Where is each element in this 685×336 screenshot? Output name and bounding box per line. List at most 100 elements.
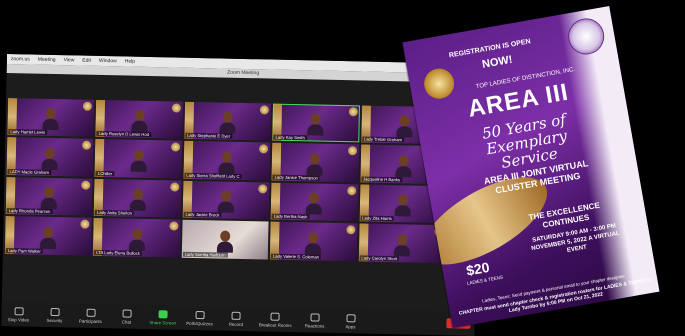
participant-video	[396, 115, 413, 138]
participant-name: Lady Jackie Brock	[183, 211, 222, 218]
participant-name: Lady Janice Thompson	[272, 174, 320, 181]
participant-video	[393, 233, 410, 257]
participant-tile[interactable]: Lady Sorritta Hadburn	[181, 219, 269, 260]
menu-help[interactable]: Help	[125, 58, 135, 64]
participant-name: Lady Rhonda Pearson	[6, 208, 53, 215]
participant-name: LTA Lady Elena Bullock	[94, 249, 142, 256]
participant-name: Lady Valerie S. Coleman	[270, 253, 322, 260]
participant-tile[interactable]: Lady Janice Thompson	[271, 142, 359, 183]
share-screen-icon	[158, 309, 168, 318]
participant-tile[interactable]: LADY Macie Graham	[6, 137, 94, 177]
participant-tile[interactable]: LChiller	[94, 139, 183, 179]
participant-name: LChiller	[95, 170, 115, 177]
participant-video	[217, 190, 234, 213]
participant-tile[interactable]: Lady Jackie Brock	[182, 180, 270, 220]
participant-tile[interactable]: Lady Valerie S. Coleman	[269, 221, 358, 261]
emblem-icon	[83, 101, 93, 111]
participant-name: LADY Macie Graham	[7, 168, 52, 175]
participant-video	[216, 230, 234, 253]
participant-video	[41, 147, 59, 170]
toolbar-label: Participants	[78, 318, 102, 324]
participant-tile[interactable]: LTA Lady Elena Bullock	[93, 218, 181, 258]
emblem-icon	[82, 140, 92, 151]
menu-window[interactable]: Window	[99, 58, 117, 64]
participant-tile[interactable]: Lady Stephanie E Dyer	[184, 101, 272, 141]
participant-tile[interactable]: Lady Carolyn Short	[358, 223, 446, 263]
participant-name: Lady Treble Graham	[361, 136, 405, 143]
record-icon	[231, 311, 241, 320]
participant-video	[395, 155, 412, 178]
gallery-grid: Lady Harriet Lewis Lady Roselyn D Lewis H…	[4, 98, 448, 302]
poll-icon	[195, 310, 205, 319]
participant-name: Lady Stephanie E Dyer	[185, 133, 233, 140]
toolbar-participants-button[interactable]: Participants	[77, 308, 103, 324]
smile-icon	[310, 312, 320, 322]
emblem-icon	[169, 182, 180, 192]
participant-tile[interactable]: Lady Rhonda Pearson	[5, 176, 93, 217]
participant-name: Lady Bertha Nash	[271, 213, 310, 220]
participant-name: Lady Sorritta Hadburn	[182, 251, 228, 258]
participant-video	[130, 149, 147, 172]
emblem-icon	[170, 142, 180, 153]
emblem-icon	[169, 221, 179, 231]
breakout-icon	[270, 312, 280, 321]
participant-name: Lady Zita Harris	[360, 215, 394, 222]
participant-video	[42, 108, 59, 131]
shield-icon	[50, 307, 60, 316]
emblem-icon	[81, 180, 91, 190]
menu-edit[interactable]: Edit	[82, 58, 91, 64]
participant-tile[interactable]: Lady Bertha Nash	[270, 182, 358, 222]
menu-view[interactable]: View	[64, 57, 75, 63]
participant-name: Lady Carolyn Short	[359, 255, 400, 261]
toolbar-breakout-rooms-button[interactable]: Breakout Rooms	[259, 312, 292, 328]
participant-video	[307, 113, 324, 137]
toolbar-record-button[interactable]: Record	[223, 311, 249, 327]
emblem-icon	[346, 185, 356, 196]
participant-tile[interactable]: Lady Harriet Lewis	[7, 98, 95, 138]
crest-icon	[421, 66, 457, 102]
participant-tile[interactable]: Lady Roselyn D Lewis Hod	[95, 99, 183, 140]
toolbar-reactions-button[interactable]: Reactions	[302, 312, 328, 329]
emblem-icon	[171, 103, 181, 113]
participant-video	[306, 192, 323, 215]
participant-video	[306, 153, 324, 176]
participant-tile[interactable]: Lady Sierra Sheffield Lady C	[183, 141, 271, 181]
participant-video	[129, 188, 146, 212]
toolbar-label: Security	[46, 317, 63, 323]
participant-video	[394, 194, 411, 217]
people-icon	[86, 308, 96, 317]
toolbar-polls-quizzes-button[interactable]: Polls/Quizzes	[186, 310, 213, 326]
toolbar-label: Chat	[121, 318, 132, 325]
toolbar-label: Share Screen	[149, 319, 177, 326]
toolbar-label: Stop Video	[7, 316, 30, 323]
participant-tile[interactable]: Lady Kay Smith	[272, 103, 360, 143]
participant-video	[128, 228, 145, 251]
participant-name: Lady Harriet Lewis	[8, 129, 48, 136]
menu-meeting[interactable]: Meeting	[38, 57, 56, 63]
participant-video	[40, 226, 57, 249]
emblem-icon	[80, 219, 90, 229]
zoom-window: zoom.us Meeting View Edit Window Help Zo…	[1, 54, 480, 336]
emblem-icon	[258, 184, 268, 194]
participant-video	[305, 231, 322, 255]
toolbar-chat-button[interactable]: Chat	[113, 308, 139, 325]
participant-tile[interactable]: Lady Anita Shelton	[94, 178, 182, 218]
toolbar-label: Reactions	[304, 322, 325, 329]
meeting-toolbar: Stop Video Security Participants Chat Share …	[1, 301, 475, 336]
participant-video	[40, 187, 58, 210]
toolbar-stop-video-button[interactable]: Stop Video	[5, 306, 31, 323]
menu-zoom[interactable]: zoom.us	[11, 56, 30, 62]
toolbar-security-button[interactable]: Security	[41, 307, 67, 323]
participant-name: Lady Pam Walker	[5, 247, 43, 254]
participant-name: Lady Roselyn D Lewis Hod	[96, 131, 152, 138]
emblem-icon	[348, 107, 358, 117]
toolbar-label: Apps	[345, 323, 356, 329]
participant-tile[interactable]: Lady Pam Walker	[4, 216, 92, 256]
emblem-icon	[347, 146, 357, 156]
participant-name: Lady Sierra Sheffield Lady C	[184, 172, 242, 179]
toolbar-label: Polls/Quizzes	[186, 320, 213, 326]
participant-name: Lady Kay Smith	[273, 134, 307, 141]
toolbar-share-screen-button[interactable]: Share Screen	[149, 309, 177, 326]
video-icon	[14, 306, 24, 315]
toolbar-label: Record	[228, 321, 243, 327]
